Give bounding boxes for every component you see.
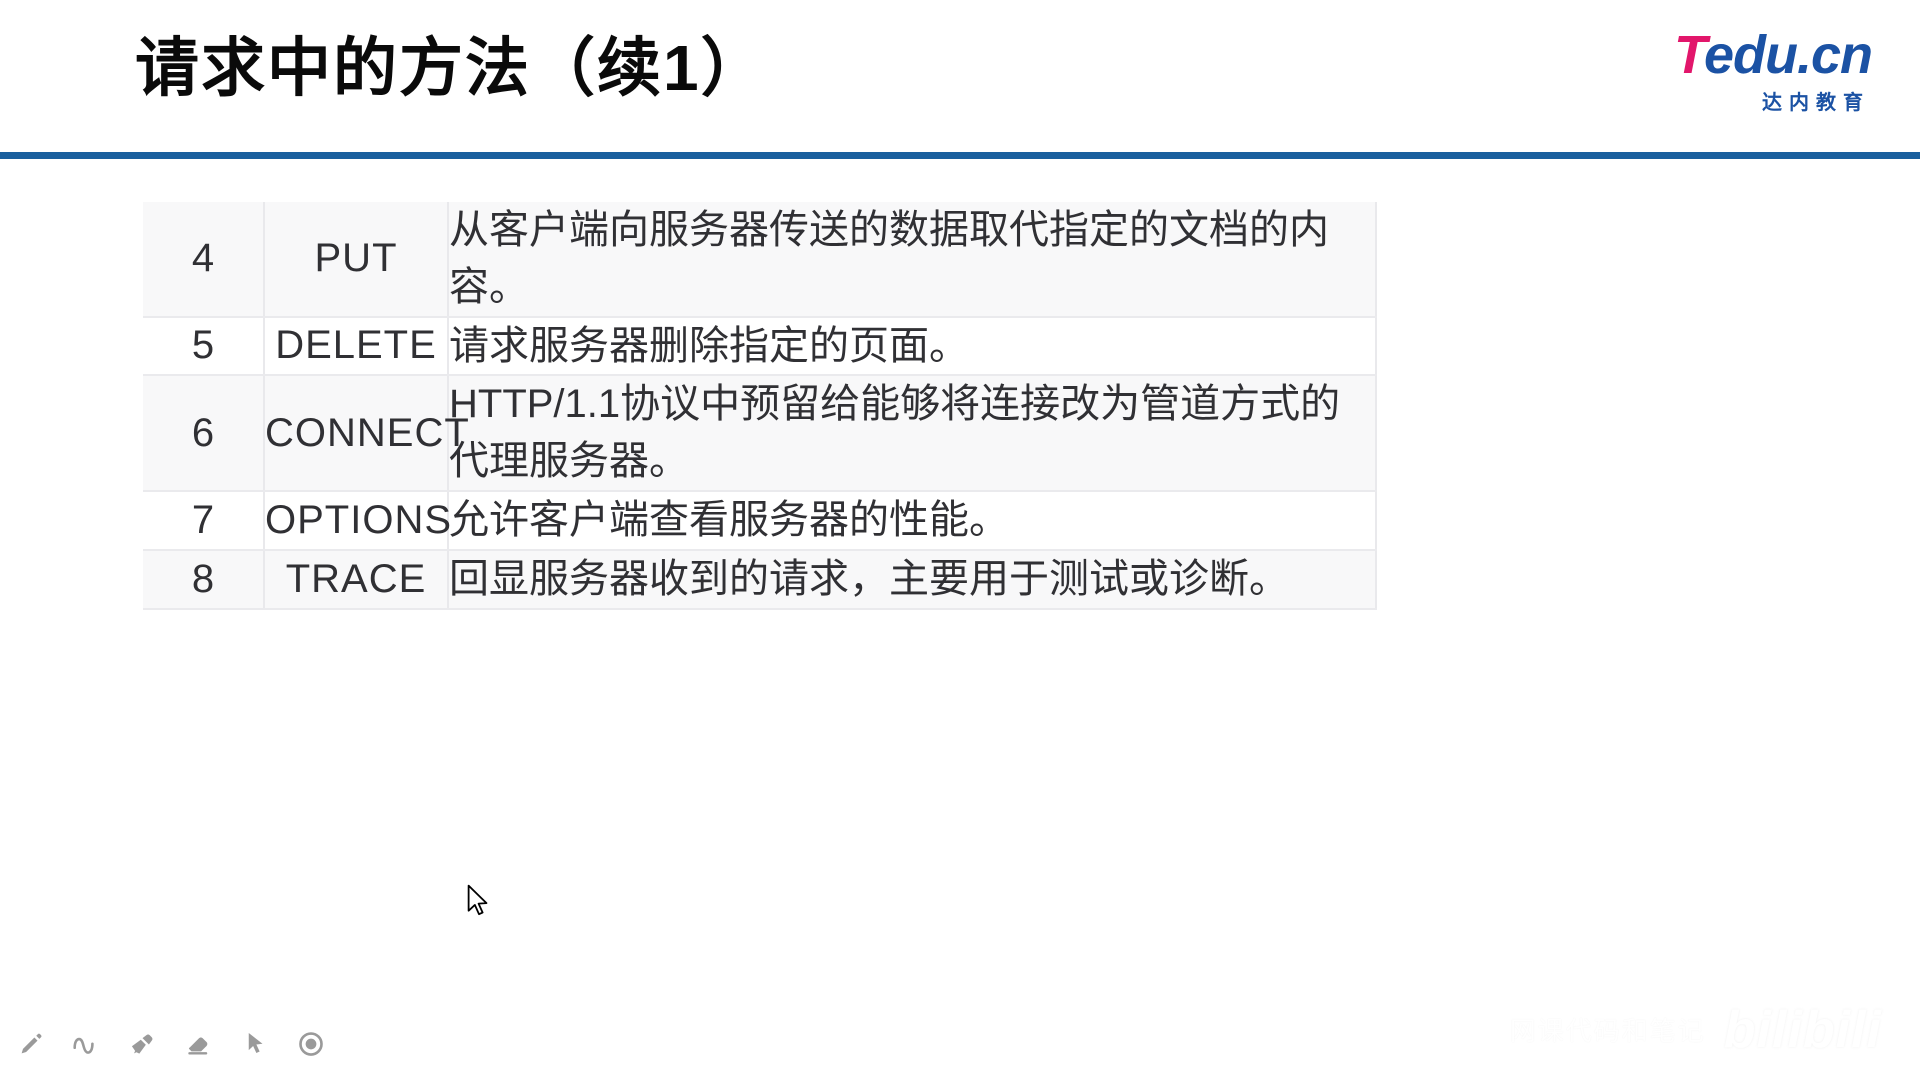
methods-table-wrapper: 4 PUT 从客户端向服务器传送的数据取代指定的文档的内容。 5 DELETE …: [143, 202, 1377, 610]
slide-header: 请求中的方法（续1） Tedu.cn 达内教育: [0, 0, 1920, 159]
row-number-cell: 8: [143, 549, 265, 610]
slide-canvas: 请求中的方法（续1） Tedu.cn 达内教育 4 PUT 从客户端向服务器传送…: [0, 0, 1920, 1080]
row-number-cell: 5: [143, 316, 265, 377]
table-row: 4 PUT 从客户端向服务器传送的数据取代指定的文档的内容。: [143, 202, 1377, 318]
row-description-cell: 允许客户端查看服务器的性能。: [448, 490, 1377, 551]
table-row: 6 CONNECT HTTP/1.1协议中预留给能够将连接改为管道方式的代理服务…: [143, 375, 1377, 492]
row-number-cell: 4: [143, 202, 265, 318]
row-description-cell: 请求服务器删除指定的页面。: [448, 316, 1377, 377]
pointer-icon[interactable]: [238, 1027, 272, 1061]
logo-letter-t: T: [1673, 25, 1705, 85]
row-number-cell: 7: [143, 490, 265, 551]
logo-wordmark: Tedu.cn: [1622, 25, 1873, 85]
page-title: 请求中的方法（续1）: [135, 32, 767, 104]
row-number-cell: 6: [143, 375, 265, 492]
table-row: 5 DELETE 请求服务器删除指定的页面。: [143, 316, 1377, 377]
annotation-toolbar[interactable]: [14, 1024, 328, 1064]
row-method-cell: TRACE: [264, 549, 449, 610]
table-body: 4 PUT 从客户端向服务器传送的数据取代指定的文档的内容。 5 DELETE …: [143, 202, 1377, 610]
row-method-cell: CONNECT: [264, 375, 469, 492]
watermark-brand: bilibili: [1723, 1001, 1882, 1059]
row-method-cell: OPTIONS: [264, 490, 451, 551]
watermark: 网课代码和笔记 bilibili: [1510, 1004, 1882, 1056]
squiggle-icon[interactable]: [70, 1027, 104, 1061]
row-description-cell: HTTP/1.1协议中预留给能够将连接改为管道方式的代理服务器。: [448, 375, 1377, 492]
eraser-icon[interactable]: [182, 1027, 216, 1061]
logo-subtitle: 达内教育: [1762, 92, 1870, 114]
pen-icon[interactable]: [14, 1027, 48, 1061]
header-divider: [0, 152, 1920, 159]
mouse-cursor: [466, 884, 492, 920]
http-methods-table: 4 PUT 从客户端向服务器传送的数据取代指定的文档的内容。 5 DELETE …: [143, 202, 1377, 610]
row-description-cell: 回显服务器收到的请求，主要用于测试或诊断。: [448, 549, 1377, 610]
table-row: 7 OPTIONS 允许客户端查看服务器的性能。: [143, 490, 1377, 551]
tedu-logo: Tedu.cn 达内教育: [1622, 25, 1873, 120]
logo-word-rest: edu.cn: [1703, 25, 1873, 85]
table-row: 8 TRACE 回显服务器收到的请求，主要用于测试或诊断。: [143, 549, 1377, 610]
row-method-cell: PUT: [264, 202, 449, 318]
watermark-text: 网课代码和笔记: [1509, 1016, 1706, 1046]
record-icon[interactable]: [294, 1027, 328, 1061]
row-method-cell: DELETE: [264, 316, 449, 377]
row-description-cell: 从客户端向服务器传送的数据取代指定的文档的内容。: [448, 202, 1377, 318]
highlighter-icon[interactable]: [126, 1027, 160, 1061]
